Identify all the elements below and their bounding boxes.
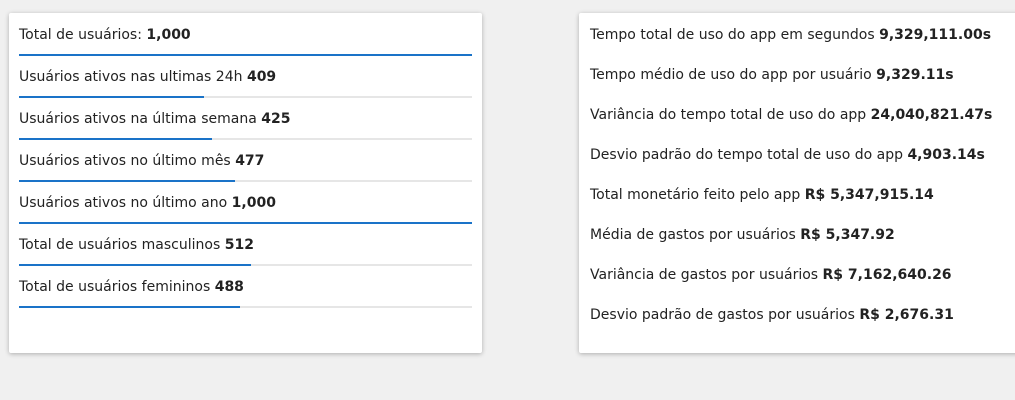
stat-value: R$ 5,347,915.14 (804, 187, 934, 203)
stat-value: 9,329.11s (876, 67, 954, 83)
stat-label: Variância de gastos por usuários (590, 267, 819, 283)
metric-active-year: Usuários ativos no último ano 1,000 (19, 195, 472, 237)
stat-label: Variância do tempo total de uso do app (590, 107, 867, 123)
stat-label: Tempo total de uso do app em segundos (590, 27, 875, 43)
stat-label: Total monetário feito pelo app (590, 187, 801, 203)
metric-value: 409 (246, 69, 277, 85)
metric-value: 512 (224, 237, 254, 253)
metric-progress-fill (19, 264, 251, 266)
metric-progress-bar (19, 306, 472, 308)
metric-label: Usuários ativos nas ultimas 24h (19, 69, 243, 85)
metric-value: 425 (261, 111, 291, 127)
metric-progress-fill (19, 306, 241, 308)
metric-value: 488 (214, 279, 244, 295)
usage-stats-card: Tempo total de uso do app em segundos 9,… (579, 13, 1015, 353)
stat-average-spend: Média de gastos por usuários R$ 5,347.92 (590, 227, 1014, 267)
stat-usage-time-stddev: Desvio padrão do tempo total de uso do a… (590, 147, 1014, 187)
stat-average-usage-time: Tempo médio de uso do app por usuário 9,… (590, 67, 1014, 107)
metric-total-users: Total de usuários: 1,000 (19, 27, 472, 69)
metric-progress-bar (19, 264, 472, 266)
metric-label: Total de usuários masculinos (19, 237, 221, 253)
metric-progress-fill (19, 96, 205, 98)
stat-value: R$ 7,162,640.26 (822, 267, 952, 283)
metric-progress-fill (19, 54, 472, 56)
metric-progress-bar (19, 54, 472, 56)
stat-total-usage-time: Tempo total de uso do app em segundos 9,… (590, 27, 1014, 67)
stat-label: Média de gastos por usuários (590, 227, 796, 243)
stat-value: 9,329,111.00s (879, 27, 992, 43)
stat-value: R$ 2,676.31 (859, 307, 954, 323)
users-summary-card: Total de usuários: 1,000 Usuários ativos… (9, 13, 482, 353)
metric-progress-bar (19, 222, 472, 224)
stat-value: 4,903.14s (907, 147, 985, 163)
metric-progress-bar (19, 96, 472, 98)
metric-progress-fill (19, 222, 472, 224)
stat-spend-variance: Variância de gastos por usuários R$ 7,16… (590, 267, 1014, 307)
metric-label: Usuários ativos na última semana (19, 111, 257, 127)
metric-label: Usuários ativos no último mês (19, 153, 231, 169)
metric-value: 1,000 (146, 27, 191, 43)
stat-value: 24,040,821.47s (870, 107, 993, 123)
stat-label: Desvio padrão de gastos por usuários (590, 307, 855, 323)
metric-progress-bar (19, 180, 472, 182)
metric-female-users: Total de usuários femininos 488 (19, 279, 472, 321)
metric-value: 477 (235, 153, 265, 169)
stat-value: R$ 5,347.92 (800, 227, 895, 243)
stat-total-revenue: Total monetário feito pelo app R$ 5,347,… (590, 187, 1014, 227)
stat-label: Tempo médio de uso do app por usuário (590, 67, 872, 83)
stat-usage-time-variance: Variância do tempo total de uso do app 2… (590, 107, 1014, 147)
metric-active-month: Usuários ativos no último mês 477 (19, 153, 472, 195)
metric-active-24h: Usuários ativos nas ultimas 24h 409 (19, 69, 472, 111)
metric-label: Total de usuários: (19, 27, 142, 43)
metric-label: Usuários ativos no último ano (19, 195, 228, 211)
metric-progress-bar (19, 138, 472, 140)
metric-progress-fill (19, 180, 236, 182)
metric-value: 1,000 (231, 195, 276, 211)
metric-male-users: Total de usuários masculinos 512 (19, 237, 472, 279)
stat-label: Desvio padrão do tempo total de uso do a… (590, 147, 903, 163)
metric-active-week: Usuários ativos na última semana 425 (19, 111, 472, 153)
metric-label: Total de usuários femininos (19, 279, 211, 295)
metric-progress-fill (19, 138, 212, 140)
stat-spend-stddev: Desvio padrão de gastos por usuários R$ … (590, 307, 1014, 347)
